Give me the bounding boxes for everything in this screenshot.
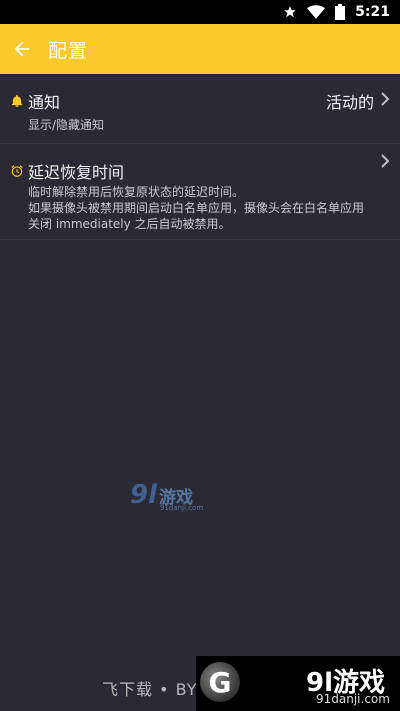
setting-notifications[interactable]: 通知 活动的 显示/隐藏通知 <box>0 74 400 144</box>
watermark-mark: 9l <box>130 480 158 510</box>
status-bar: 5:21 <box>0 0 400 24</box>
chevron-right-icon <box>381 92 390 106</box>
corner-badge: G <box>200 662 240 702</box>
setting-title-row: 延迟恢复时间 <box>10 159 124 183</box>
watermark-logo: 9l 游戏 91danji.com <box>130 480 203 512</box>
clock-time: 5:21 <box>355 4 390 20</box>
battery-icon <box>335 4 346 20</box>
status-icons: 5:21 <box>283 0 390 24</box>
setting-title: 通知 <box>28 93 61 112</box>
setting-title-row: 通知 <box>10 89 60 113</box>
watermark-url: 91danji.com <box>160 504 204 512</box>
bell-icon <box>11 94 23 107</box>
setting-value: 活动的 <box>325 93 374 112</box>
setting-subtitle: 显示/隐藏通知 <box>28 118 105 132</box>
setting-title: 延迟恢复时间 <box>28 163 125 182</box>
chevron-right-icon <box>381 154 390 168</box>
corner-url: 91danji.com <box>316 692 390 706</box>
star-icon <box>284 6 297 18</box>
page-title: 配置 <box>48 39 89 62</box>
settings-list: 通知 活动的 显示/隐藏通知 延迟恢复时间 临时解除禁用后恢复原状态的延迟时间。… <box>0 74 400 240</box>
app-bar: 配置 <box>0 24 400 74</box>
arrow-left-icon <box>14 41 30 57</box>
wifi-icon <box>307 5 326 19</box>
back-button[interactable] <box>2 24 42 74</box>
corner-logo: G 9l游戏 91danji.com <box>196 656 400 711</box>
setting-subtitle: 临时解除禁用后恢复原状态的延迟时间。 如果摄像头被禁用期间启动白名单应用，摄像头… <box>28 185 365 231</box>
alarm-clock-icon <box>11 165 23 177</box>
setting-restore-delay[interactable]: 延迟恢复时间 临时解除禁用后恢复原状态的延迟时间。 如果摄像头被禁用期间启动白名… <box>0 144 400 240</box>
